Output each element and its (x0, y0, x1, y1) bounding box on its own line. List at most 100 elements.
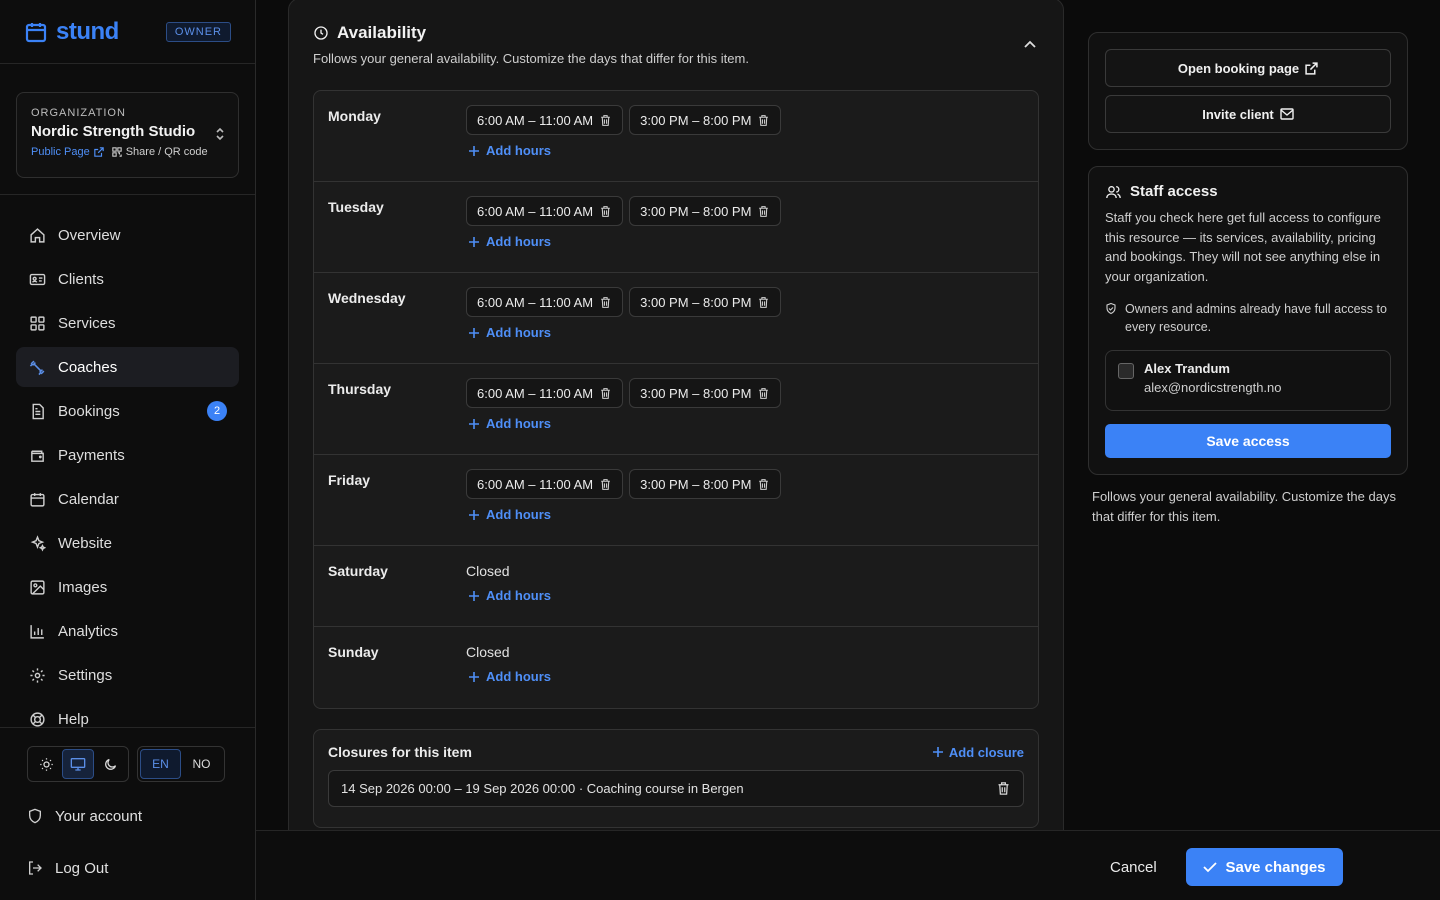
weekly-hours: Monday 6:00 AM – 11:00 AM 3:00 PM – 8:00… (313, 90, 1039, 709)
trash-icon[interactable] (599, 296, 612, 309)
day-name: Saturday (328, 563, 388, 579)
check-icon (1203, 861, 1218, 873)
closures-section: Closures for this item Add closure 14 Se… (313, 729, 1039, 828)
plus-icon (468, 236, 480, 248)
add-hours-button[interactable]: Add hours (466, 507, 781, 522)
availability-panel: Availability Follows your general availa… (288, 0, 1064, 830)
time-slot-label: 3:00 PM – 8:00 PM (640, 294, 752, 310)
organization-switcher[interactable]: ORGANIZATION Nordic Strength Studio Publ… (16, 92, 239, 178)
nav-item-calendar[interactable]: Calendar (16, 479, 239, 519)
nav-item-website[interactable]: Website (16, 523, 239, 563)
trash-icon[interactable] (757, 387, 770, 400)
time-slot[interactable]: 3:00 PM – 8:00 PM (629, 287, 782, 317)
clock-icon (313, 25, 329, 41)
nav-label-calendar: Calendar (58, 490, 119, 508)
trash-icon[interactable] (757, 205, 770, 218)
add-hours-button[interactable]: Add hours (466, 669, 551, 684)
time-slot[interactable]: 3:00 PM – 8:00 PM (629, 469, 782, 499)
chevron-up-icon[interactable] (1023, 37, 1037, 51)
add-hours-label: Add hours (486, 143, 551, 158)
theme-toggle (27, 746, 129, 782)
time-slot[interactable]: 3:00 PM – 8:00 PM (629, 105, 782, 135)
your-account-link[interactable]: Your account (27, 796, 228, 836)
open-booking-page-button[interactable]: Open booking page (1105, 49, 1391, 87)
trash-icon[interactable] (757, 296, 770, 309)
nav-item-overview[interactable]: Overview (16, 215, 239, 255)
nav-label-bookings: Bookings (58, 402, 120, 420)
right-column: Open booking page Invite client Staff ac… (1088, 32, 1408, 527)
add-hours-button[interactable]: Add hours (466, 234, 781, 249)
time-slot[interactable]: 3:00 PM – 8:00 PM (629, 378, 782, 408)
system-theme-button[interactable] (62, 749, 94, 779)
nav-label-coaches: Coaches (58, 358, 118, 376)
logout-link[interactable]: Log Out (27, 848, 228, 888)
dark-theme-button[interactable] (94, 749, 126, 779)
calendar-icon (28, 490, 46, 508)
add-hours-button[interactable]: Add hours (466, 325, 781, 340)
staff-access-card: Staff access Staff you check here get fu… (1088, 166, 1408, 475)
qr-code-icon (112, 147, 122, 157)
plus-icon (468, 327, 480, 339)
main-nav: Overview Clients Services Coaches Bookin… (0, 195, 255, 739)
trash-icon[interactable] (599, 387, 612, 400)
day-row-thursday: Thursday 6:00 AM – 11:00 AM 3:00 PM – 8:… (314, 364, 1038, 455)
nav-label-clients: Clients (58, 270, 104, 288)
nav-item-payments[interactable]: Payments (16, 435, 239, 475)
closed-label: Closed (466, 644, 510, 660)
nav-item-coaches[interactable]: Coaches (16, 347, 239, 387)
day-row-monday: Monday 6:00 AM – 11:00 AM 3:00 PM – 8:00… (314, 91, 1038, 182)
trash-icon[interactable] (599, 114, 612, 127)
time-slot[interactable]: 6:00 AM – 11:00 AM (466, 105, 624, 135)
chevrons-up-down-icon[interactable] (214, 127, 226, 141)
language-no-button[interactable]: NO (181, 749, 222, 779)
trash-icon[interactable] (599, 205, 612, 218)
add-hours-button[interactable]: Add hours (466, 416, 781, 431)
organization-name: Nordic Strength Studio (31, 123, 196, 140)
add-closure-button[interactable]: Add closure (932, 745, 1024, 760)
time-slot[interactable]: 6:00 AM – 11:00 AM (466, 378, 624, 408)
share-qr-link[interactable]: Share / QR code (112, 146, 208, 158)
trash-icon[interactable] (996, 781, 1011, 796)
save-access-button[interactable]: Save access (1105, 424, 1391, 458)
language-toggle: EN NO (137, 746, 225, 782)
nav-label-settings: Settings (58, 666, 113, 684)
nav-item-clients[interactable]: Clients (16, 259, 239, 299)
trash-icon[interactable] (757, 478, 770, 491)
nav-item-analytics[interactable]: Analytics (16, 611, 239, 651)
brand-name[interactable]: stund (56, 18, 119, 46)
staff-member-row[interactable]: Alex Trandum alex@nordicstrength.no (1105, 350, 1391, 411)
cancel-button[interactable]: Cancel (1094, 849, 1173, 885)
time-slot[interactable]: 6:00 AM – 11:00 AM (466, 196, 624, 226)
day-name: Tuesday (328, 199, 384, 215)
language-en-button[interactable]: EN (140, 749, 181, 779)
document-icon (28, 402, 46, 420)
trash-icon[interactable] (599, 478, 612, 491)
time-slot[interactable]: 6:00 AM – 11:00 AM (466, 287, 624, 317)
users-icon (1105, 184, 1122, 200)
time-slot[interactable]: 3:00 PM – 8:00 PM (629, 196, 782, 226)
nav-item-bookings[interactable]: Bookings 2 (16, 391, 239, 431)
closed-label: Closed (466, 563, 510, 579)
save-changes-label: Save changes (1225, 858, 1326, 876)
plus-icon (468, 671, 480, 683)
staff-access-note: Owners and admins already have full acce… (1125, 302, 1387, 334)
logout-label: Log Out (55, 859, 109, 877)
add-hours-button[interactable]: Add hours (466, 143, 781, 158)
trash-icon[interactable] (757, 114, 770, 127)
nav-item-images[interactable]: Images (16, 567, 239, 607)
invite-client-button[interactable]: Invite client (1105, 95, 1391, 133)
closures-title: Closures for this item (328, 744, 472, 760)
staff-member-checkbox[interactable] (1118, 363, 1134, 379)
public-page-link[interactable]: Public Page (31, 146, 104, 158)
light-theme-button[interactable] (30, 749, 62, 779)
plus-icon (932, 746, 944, 758)
nav-item-services[interactable]: Services (16, 303, 239, 343)
time-slot-label: 6:00 AM – 11:00 AM (477, 294, 594, 310)
time-slot-label: 6:00 AM – 11:00 AM (477, 385, 594, 401)
save-changes-button[interactable]: Save changes (1186, 848, 1343, 886)
open-booking-page-label: Open booking page (1177, 60, 1300, 76)
add-hours-button[interactable]: Add hours (466, 588, 551, 603)
nav-item-settings[interactable]: Settings (16, 655, 239, 695)
main-content: Availability Follows your general availa… (256, 0, 1440, 830)
time-slot[interactable]: 6:00 AM – 11:00 AM (466, 469, 624, 499)
